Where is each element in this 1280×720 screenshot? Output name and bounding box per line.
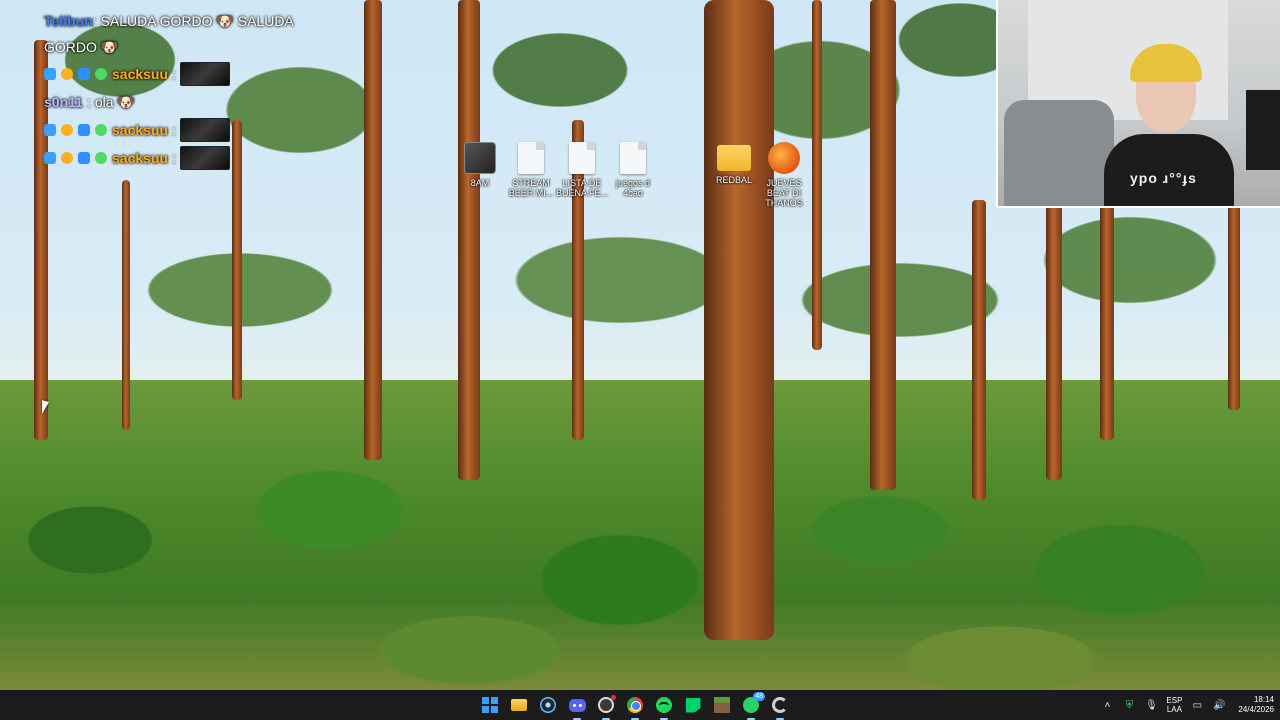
sub-badge-icon xyxy=(61,68,73,80)
minecraft-icon xyxy=(714,697,730,713)
app-icon xyxy=(772,697,788,713)
notification-badge: 48 xyxy=(753,692,765,701)
desktop-icon-stream-beer[interactable]: STREAM BEER MI... xyxy=(503,142,559,198)
chat-separator: : xyxy=(172,66,176,82)
text-file-icon xyxy=(518,142,544,174)
stream-chat-overlay: Telibun: SALUDA GORDO 🐶 SALUDA GORDO 🐶 s… xyxy=(44,8,334,172)
verified-badge-icon xyxy=(44,68,56,80)
spotify-icon xyxy=(656,697,672,713)
tree-trunk xyxy=(1228,200,1240,410)
chat-username: Telibun xyxy=(44,13,93,29)
desktop-icon-jueves-beat[interactable]: JUEVES BEAT DI THANOS xyxy=(756,142,812,208)
gift-badge-icon xyxy=(78,68,90,80)
taskbar: 48 ˄ ⛨ 🎙 ESP LAA ▭ 🔊 18:14 24/4/2026 xyxy=(0,690,1280,720)
folder-icon xyxy=(717,145,751,171)
taskbar-minecraft[interactable] xyxy=(712,695,732,715)
chat-separator: : xyxy=(172,150,176,166)
chat-text: ola 🐶 xyxy=(94,94,135,110)
verified-badge-icon xyxy=(44,124,56,136)
kick-icon xyxy=(685,697,701,713)
og-badge-icon xyxy=(95,124,107,136)
chat-username: sacksuu xyxy=(112,66,169,82)
windows-icon xyxy=(482,697,498,713)
tree-trunk xyxy=(812,0,822,350)
chrome-icon xyxy=(627,697,643,713)
chat-message: s0n11: ola 🐶 xyxy=(44,88,334,116)
taskbar-spotify[interactable] xyxy=(654,695,674,720)
security-shield-icon[interactable]: ⛨ xyxy=(1122,698,1136,712)
chat-emote-image xyxy=(179,62,230,86)
verified-badge-icon xyxy=(44,152,56,164)
tree-trunk xyxy=(458,0,480,480)
taskbar-file-explorer[interactable] xyxy=(509,695,529,715)
taskbar-discord[interactable] xyxy=(567,695,587,720)
chat-message: sacksuu: xyxy=(44,144,334,172)
text-file-icon xyxy=(569,142,595,174)
chat-emote-image xyxy=(179,146,230,170)
taskbar-steam[interactable] xyxy=(538,695,558,715)
fl-studio-icon xyxy=(768,142,800,174)
desktop-icon-label: REDBAL xyxy=(715,175,752,185)
taskbar-chrome[interactable] xyxy=(625,695,645,720)
webcam-monitor xyxy=(1246,90,1280,170)
chat-message: sacksuu: xyxy=(44,116,334,144)
taskbar-apps: 48 xyxy=(480,690,790,720)
steam-icon xyxy=(540,697,556,713)
webcam-overlay: ypo ɹ°°ɟs xyxy=(996,0,1280,208)
desktop-icon-label: 8AM xyxy=(470,178,490,188)
tree-trunk xyxy=(364,0,382,460)
language-code: ESP xyxy=(1166,696,1183,705)
tree-trunk xyxy=(870,0,896,490)
chat-separator: : xyxy=(86,94,91,110)
sub-badge-icon xyxy=(61,152,73,164)
og-badge-icon xyxy=(95,68,107,80)
chat-separator: : xyxy=(172,122,176,138)
chat-message: sacksuu: xyxy=(44,60,334,88)
system-tray: ˄ ⛨ 🎙 ESP LAA ▭ 🔊 18:14 24/4/2026 xyxy=(1100,690,1274,720)
volume-icon[interactable]: 🔊 xyxy=(1212,698,1226,712)
streamer: ypo ɹ°°ɟs xyxy=(1094,44,1234,206)
taskbar-kick[interactable] xyxy=(683,695,703,715)
desktop-icon-label: LISTA DE BUENA FE... xyxy=(555,178,608,198)
recording-indicator-icon xyxy=(611,695,616,700)
desktop-icon-lista-de-buena-fe[interactable]: LISTA DE BUENA FE... xyxy=(554,142,610,198)
chat-username: sacksuu xyxy=(112,150,169,166)
wallpaper-palmetto xyxy=(0,420,1280,690)
desktop-icon-label: juegos d 4cao xyxy=(615,178,651,198)
language-indicator[interactable]: ESP LAA xyxy=(1166,696,1182,714)
gift-badge-icon xyxy=(78,124,90,136)
taskbar-app[interactable] xyxy=(770,695,790,720)
chat-message: Telibun: SALUDA GORDO 🐶 SALUDA GORDO 🐶 xyxy=(44,8,334,60)
desktop-icon-label: JUEVES BEAT DI THANOS xyxy=(765,178,803,208)
shirt-print: ypo ɹ°°ɟs xyxy=(1130,170,1197,186)
show-hidden-icons-chevron-icon[interactable]: ˄ xyxy=(1100,698,1114,712)
chat-emote-image xyxy=(179,118,230,142)
desktop-icon-label: STREAM BEER MI... xyxy=(508,178,554,198)
folder-icon xyxy=(511,699,527,711)
start-button[interactable] xyxy=(480,695,500,715)
keyboard-layout: LAA xyxy=(1166,705,1182,714)
taskbar-whatsapp[interactable]: 48 xyxy=(741,692,765,720)
desktop-icon-8am[interactable]: 8AM xyxy=(452,142,508,188)
streamer-beanie xyxy=(1130,44,1202,82)
app-thumbnail-icon xyxy=(464,142,496,174)
clock-date: 24/4/2026 xyxy=(1238,705,1274,714)
clock-time: 18:14 xyxy=(1253,695,1274,704)
text-file-icon xyxy=(620,142,646,174)
gift-badge-icon xyxy=(78,152,90,164)
desktop-icon-juegos[interactable]: juegos d 4cao xyxy=(605,142,661,198)
tree-trunk xyxy=(122,180,130,430)
tree-trunk xyxy=(1100,200,1114,440)
network-icon[interactable]: ▭ xyxy=(1190,698,1204,712)
microphone-icon[interactable]: 🎙 xyxy=(1144,698,1158,712)
chat-username: s0n11 xyxy=(44,94,83,110)
chat-username: sacksuu xyxy=(112,122,169,138)
sub-badge-icon xyxy=(61,124,73,136)
discord-icon xyxy=(568,698,586,712)
system-clock[interactable]: 18:14 24/4/2026 xyxy=(1238,695,1274,715)
taskbar-obs[interactable] xyxy=(596,695,616,720)
chat-separator: : xyxy=(92,13,97,29)
desktop-icon-redbal[interactable]: REDBAL xyxy=(706,142,762,185)
og-badge-icon xyxy=(95,152,107,164)
